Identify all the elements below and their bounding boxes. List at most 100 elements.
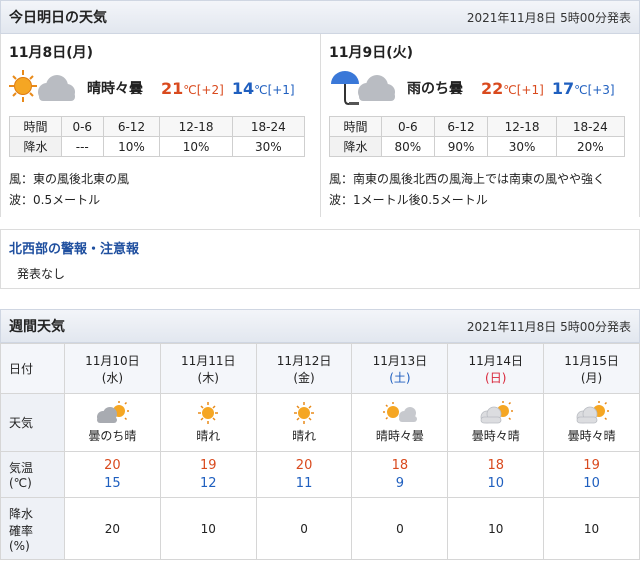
- weekly-dow-sunday: (日): [485, 370, 507, 385]
- weekly-date: 11月10日: [85, 353, 140, 368]
- warning-title-link[interactable]: 北西部の警報・注意報: [9, 238, 631, 257]
- time-label: 時間: [9, 116, 62, 137]
- weekly-low: 12: [199, 475, 217, 491]
- weekly-date: 11月12日: [276, 353, 332, 368]
- weekly-date: 11月15日: [564, 353, 619, 368]
- weekly-weather-text: 曇時々晴: [471, 429, 520, 443]
- rain-probability-table: 時間 0-6 6-12 12-18 18-24 降水 80% 90% 30% 2…: [329, 116, 626, 157]
- day-card-tomorrow: 11月9日(火) 雨のち曇 22 ℃ [+1] 17 ℃ [+3] 時間 0-6…: [320, 34, 639, 217]
- low-temp: 17 ℃ [+3]: [552, 79, 615, 98]
- rain-label: 降水: [9, 136, 62, 157]
- wind-info: 風：南東の風後北西の風海上では南東の風やや強く: [329, 172, 606, 186]
- low-temp-diff: [+3]: [587, 82, 615, 97]
- today-section-header: 今日明日の天気 2021年11月8日 5時00分発表: [0, 0, 640, 34]
- temp-unit: ℃: [183, 82, 197, 97]
- rain-value: ---: [61, 136, 104, 157]
- rain-value: 30%: [487, 136, 557, 157]
- weekly-low: 9: [395, 475, 405, 491]
- day-date: 11月9日(火): [329, 45, 414, 61]
- weekly-low: 10: [583, 475, 600, 491]
- pop-label-line: 確率: [9, 523, 34, 538]
- today-section-title: 今日明日の天気: [9, 10, 107, 26]
- weekly-section: 週間天気 2021年11月8日 5時00分発表 日付 11月10日 (水) 11月…: [0, 309, 640, 560]
- weekly-pop-value: 20: [64, 497, 161, 560]
- temp-unit: ℃: [503, 82, 517, 97]
- rain-value: 80%: [381, 136, 435, 157]
- weekly-dow: (水): [101, 370, 124, 385]
- low-temp-value: 17: [551, 78, 575, 98]
- sun-cloud-icon: [377, 401, 423, 425]
- wind-info: 風：東の風後北東の風: [9, 172, 130, 186]
- pop-row-label: 降水 確率 (%): [0, 497, 65, 560]
- low-temp-diff: [+1]: [267, 82, 295, 97]
- weekly-date-cell: 11月13日 (土): [351, 343, 449, 394]
- sun-icon: [185, 401, 231, 425]
- low-temp: 14 ℃ [+1]: [232, 79, 295, 98]
- weekly-weather-text: 曇のち晴: [88, 429, 137, 443]
- weekly-high: 19: [199, 457, 217, 473]
- day-card-today: 11月8日(月) 晴時々曇 21 ℃ [+2] 14 ℃ [+1] 時間 0-6…: [1, 34, 320, 217]
- weekly-dow: (金): [293, 370, 315, 385]
- weekly-weather-cell: 晴れ: [255, 393, 353, 452]
- weather-row-label: 天気: [0, 393, 65, 452]
- time-label: 時間: [329, 116, 382, 137]
- high-temp: 21 ℃ [+2]: [161, 79, 224, 98]
- weekly-weather-cell: 晴時々曇: [351, 393, 449, 452]
- weekly-pop-value: 10: [159, 497, 257, 560]
- weekly-pop-row: 降水 確率 (%) 20 10 0 0 10 10: [0, 497, 640, 560]
- weekly-temp-cell: 20 15: [64, 451, 161, 498]
- high-temp: 22 ℃ [+1]: [481, 79, 544, 98]
- weekly-section-title: 週間天気: [9, 319, 65, 335]
- high-temp-diff: [+2]: [196, 82, 224, 97]
- weekly-high: 19: [583, 457, 600, 473]
- high-temp-diff: [+1]: [516, 82, 544, 97]
- weekly-pop-value: 10: [543, 497, 640, 560]
- weekly-weather-cell: 曇時々晴: [543, 393, 640, 452]
- cloud-sun-icon: [473, 401, 519, 425]
- weekly-pop-value: 0: [255, 497, 353, 560]
- high-temp-value: 22: [481, 78, 504, 98]
- weekly-table: 日付 11月10日 (水) 11月11日 (木) 11月12日 (金) 11月13日 (…: [0, 343, 640, 560]
- weekly-date-cell: 11月10日 (水): [64, 343, 161, 394]
- time-slot: 18-24: [555, 116, 626, 137]
- weekly-dow: (木): [197, 370, 219, 385]
- weekly-date-cell: 11月12日 (金): [255, 343, 353, 394]
- temp-label-line: 気温: [9, 461, 34, 475]
- rain-probability-table: 時間 0-6 6-12 12-18 18-24 降水 --- 10% 10% 3…: [9, 116, 306, 157]
- weekly-section-header: 週間天気 2021年11月8日 5時00分発表: [0, 309, 640, 343]
- weekly-weather-row: 天気 曇のち晴 晴れ 晴れ 晴時々曇 曇時々晴 曇時々晴: [0, 393, 640, 452]
- weekly-weather-text: 晴れ: [196, 429, 221, 443]
- weekly-weather-cell: 晴れ: [159, 393, 257, 452]
- weekly-weather-text: 曇時々晴: [567, 429, 616, 443]
- date-row-label: 日付: [0, 343, 65, 394]
- pop-label-line: 降水: [9, 506, 34, 521]
- temp-unit: ℃: [254, 82, 268, 97]
- weekly-date: 11月11日: [180, 353, 236, 368]
- day-date: 11月8日(月): [9, 45, 94, 61]
- daily-forecast: 11月8日(月) 晴時々曇 21 ℃ [+2] 14 ℃ [+1] 時間 0-6…: [0, 34, 640, 217]
- weekly-date-row: 日付 11月10日 (水) 11月11日 (木) 11月12日 (金) 11月13日 (…: [0, 343, 640, 394]
- weekly-weather-cell: 曇のち晴: [64, 393, 161, 452]
- high-temp-value: 21: [161, 78, 184, 98]
- rain-value: 20%: [555, 136, 626, 157]
- time-slot: 0-6: [381, 116, 435, 137]
- sun-cloud-icon: [9, 68, 81, 108]
- weekly-date: 11月14日: [468, 353, 523, 368]
- low-temp-value: 14: [231, 78, 255, 98]
- umbrella-cloud-icon: [329, 68, 401, 108]
- weekly-high: 20: [295, 457, 313, 473]
- weekly-weather-cell: 曇時々晴: [447, 393, 545, 452]
- weekly-date-cell: 11月15日 (月): [543, 343, 640, 394]
- cloud-sun-icon: [569, 401, 615, 425]
- temp-label-unit: (℃): [9, 476, 32, 490]
- sun-icon: [281, 401, 327, 425]
- weekly-temp-cell: 18 10: [447, 451, 545, 498]
- weekly-low: 11: [295, 475, 313, 491]
- rain-value: 10%: [159, 136, 233, 157]
- time-slot: 0-6: [61, 116, 104, 137]
- weekly-temp-cell: 19 10: [543, 451, 640, 498]
- weekly-weather-text: 晴時々曇: [375, 429, 424, 443]
- warning-box: 北西部の警報・注意報 発表なし: [0, 229, 640, 289]
- rain-value: 90%: [433, 136, 489, 157]
- weekly-date-cell: 11月14日 (日): [447, 343, 545, 394]
